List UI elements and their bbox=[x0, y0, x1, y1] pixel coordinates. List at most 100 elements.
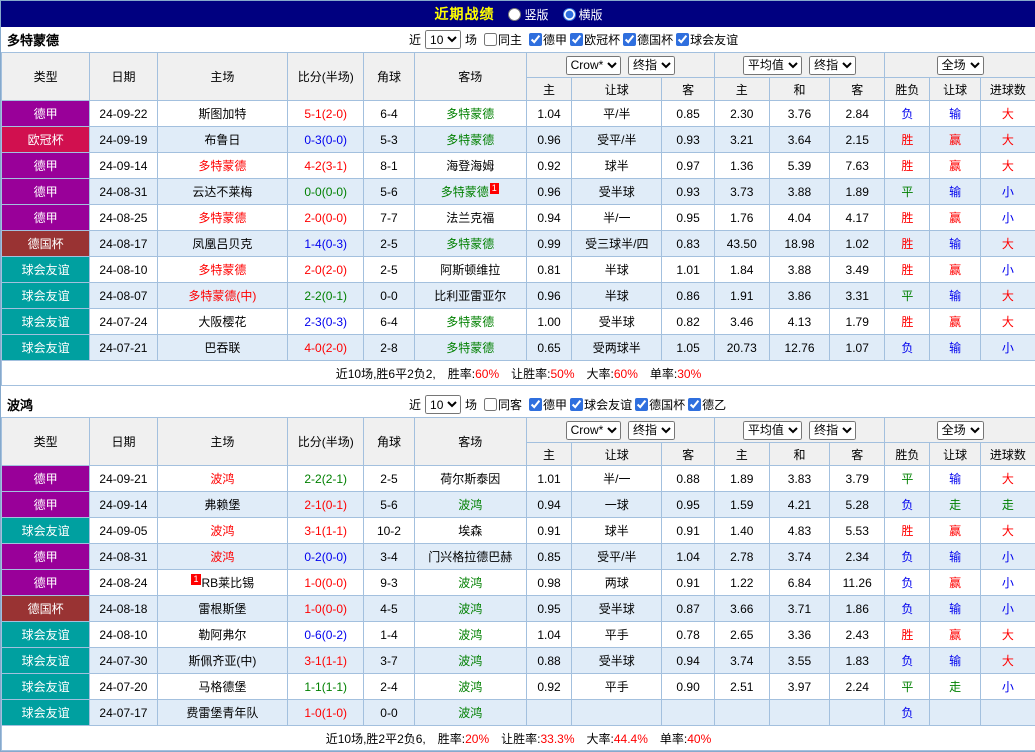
team-filter-bar: 波鸿 近 10 场 同客 德甲球会友谊德国杯德乙 bbox=[1, 392, 1035, 417]
euro-time-select[interactable]: 终指 bbox=[809, 421, 856, 440]
home-team-cell: 巴吞联 bbox=[157, 335, 288, 361]
league-type-cell: 德甲 bbox=[2, 179, 90, 205]
eu-home-odds-cell: 1.76 bbox=[714, 205, 769, 231]
league-filter-欧冠杯[interactable]: 欧冠杯 bbox=[570, 31, 620, 48]
scope-select[interactable]: 全场 bbox=[937, 421, 984, 440]
away-team-cell: 波鸿 bbox=[414, 700, 526, 726]
home-team-cell: 波鸿 bbox=[157, 544, 288, 570]
league-filter-label: 德乙 bbox=[702, 396, 726, 413]
league-filter-checkbox[interactable] bbox=[570, 33, 583, 46]
league-filter-德乙[interactable]: 德乙 bbox=[688, 396, 726, 413]
result-wdl-cell: 负 bbox=[885, 101, 930, 127]
matches-table: 类型 日期 主场 比分(半场) 角球 客场 Crow* 终指 平均值 终指 bbox=[1, 417, 1035, 751]
league-filter-checkbox[interactable] bbox=[676, 33, 689, 46]
result-wdl-cell: 胜 bbox=[885, 518, 930, 544]
ah-line-cell: 球半 bbox=[572, 153, 662, 179]
sub-header-result-handicap: 让球 bbox=[930, 443, 980, 466]
euro-source-select[interactable]: 平均值 bbox=[743, 56, 802, 75]
result-goals-cell: 小 bbox=[980, 257, 1035, 283]
match-date-cell: 24-07-20 bbox=[90, 674, 157, 700]
league-type-cell: 球会友谊 bbox=[2, 518, 90, 544]
horizontal-layout-radio[interactable] bbox=[563, 8, 576, 21]
ah-line-cell: 半/一 bbox=[572, 466, 662, 492]
league-filter-德国杯[interactable]: 德国杯 bbox=[635, 396, 685, 413]
result-goals-cell: 大 bbox=[980, 648, 1035, 674]
same-venue-checkbox[interactable] bbox=[484, 33, 497, 46]
layout-option-horizontal[interactable]: 横版 bbox=[563, 6, 603, 23]
matches-body: 德甲24-09-21波鸿2-2(2-1)2-5荷尔斯泰因1.01半/一0.881… bbox=[2, 466, 1035, 726]
eu-home-odds-cell: 3.46 bbox=[714, 309, 769, 335]
match-row: 德甲24-08-31云达不莱梅0-0(0-0)5-6多特蒙德10.96受半球0.… bbox=[2, 179, 1035, 205]
league-filter-德甲[interactable]: 德甲 bbox=[529, 31, 567, 48]
league-filter-label: 球会友谊 bbox=[584, 396, 632, 413]
euro-source-select[interactable]: 平均值 bbox=[743, 421, 802, 440]
eu-draw-odds-cell bbox=[769, 700, 829, 726]
home-team-cell: 勒阿弗尔 bbox=[157, 622, 288, 648]
bookmaker-select[interactable]: Crow* bbox=[566, 56, 621, 75]
vertical-layout-radio[interactable] bbox=[508, 8, 521, 21]
bookmaker-select[interactable]: Crow* bbox=[566, 421, 621, 440]
handicap-time-select[interactable]: 终指 bbox=[628, 56, 675, 75]
sub-header-result-handicap: 让球 bbox=[930, 78, 980, 101]
match-date-cell: 24-08-10 bbox=[90, 257, 157, 283]
result-goals-cell: 大 bbox=[980, 127, 1035, 153]
result-wdl-cell: 平 bbox=[885, 283, 930, 309]
league-filter-checkbox[interactable] bbox=[688, 398, 701, 411]
same-venue-filter[interactable]: 同客 bbox=[484, 396, 522, 413]
handicap-time-select[interactable]: 终指 bbox=[628, 421, 675, 440]
euro-odds-header: 平均值 终指 bbox=[714, 418, 885, 443]
league-filter-checkbox[interactable] bbox=[623, 33, 636, 46]
league-filter-球会友谊[interactable]: 球会友谊 bbox=[676, 31, 738, 48]
same-venue-checkbox[interactable] bbox=[484, 398, 497, 411]
league-filter-德甲[interactable]: 德甲 bbox=[529, 396, 567, 413]
result-handicap-cell bbox=[930, 700, 980, 726]
sub-header-ah-home: 主 bbox=[526, 78, 571, 101]
eu-draw-odds-cell: 3.88 bbox=[769, 257, 829, 283]
eu-home-odds-cell: 1.36 bbox=[714, 153, 769, 179]
match-count-select[interactable]: 10 bbox=[425, 30, 461, 49]
matches-table: 类型 日期 主场 比分(半场) 角球 客场 Crow* 终指 平均值 终指 bbox=[1, 52, 1035, 386]
eu-away-odds-cell: 11.26 bbox=[830, 570, 885, 596]
scope-select[interactable]: 全场 bbox=[937, 56, 984, 75]
eu-draw-odds-cell: 3.74 bbox=[769, 544, 829, 570]
match-date-cell: 24-08-10 bbox=[90, 622, 157, 648]
league-filter-checkbox[interactable] bbox=[635, 398, 648, 411]
result-goals-cell: 小 bbox=[980, 205, 1035, 231]
result-goals-cell: 小 bbox=[980, 674, 1035, 700]
result-handicap-cell: 输 bbox=[930, 283, 980, 309]
league-filter-checkbox[interactable] bbox=[529, 33, 542, 46]
euro-time-select[interactable]: 终指 bbox=[809, 56, 856, 75]
home-team-cell: 斯图加特 bbox=[157, 101, 288, 127]
ah-home-odds-cell: 0.91 bbox=[526, 518, 571, 544]
result-wdl-cell: 负 bbox=[885, 596, 930, 622]
match-row: 欧冠杯24-09-19布鲁日0-3(0-0)5-3多特蒙德0.96受平/半0.9… bbox=[2, 127, 1035, 153]
league-filter-checkbox[interactable] bbox=[570, 398, 583, 411]
league-filter-label: 德甲 bbox=[543, 396, 567, 413]
league-filter-checkbox[interactable] bbox=[529, 398, 542, 411]
score-cell: 5-1(2-0) bbox=[288, 101, 364, 127]
eu-draw-odds-cell: 4.83 bbox=[769, 518, 829, 544]
eu-home-odds-cell: 20.73 bbox=[714, 335, 769, 361]
home-team-cell: 布鲁日 bbox=[157, 127, 288, 153]
league-filter-球会友谊[interactable]: 球会友谊 bbox=[570, 396, 632, 413]
ah-line-cell: 受平/半 bbox=[572, 544, 662, 570]
result-goals-cell bbox=[980, 700, 1035, 726]
layout-option-vertical[interactable]: 竖版 bbox=[508, 6, 548, 23]
ah-away-odds-cell bbox=[662, 700, 714, 726]
league-filter-德国杯[interactable]: 德国杯 bbox=[623, 31, 673, 48]
eu-home-odds-cell: 3.74 bbox=[714, 648, 769, 674]
result-wdl-cell: 负 bbox=[885, 335, 930, 361]
result-wdl-cell: 平 bbox=[885, 179, 930, 205]
match-date-cell: 24-08-07 bbox=[90, 283, 157, 309]
match-date-cell: 24-08-31 bbox=[90, 179, 157, 205]
score-cell: 1-0(1-0) bbox=[288, 700, 364, 726]
red-card-badge: 1 bbox=[191, 574, 200, 585]
ah-home-odds-cell: 0.65 bbox=[526, 335, 571, 361]
ah-away-odds-cell: 0.94 bbox=[662, 648, 714, 674]
match-count-select[interactable]: 10 bbox=[425, 395, 461, 414]
eu-away-odds-cell: 2.15 bbox=[830, 127, 885, 153]
match-row: 德甲24-09-22斯图加特5-1(2-0)6-4多特蒙德1.04平/半0.85… bbox=[2, 101, 1035, 127]
eu-away-odds-cell: 5.53 bbox=[830, 518, 885, 544]
same-venue-filter[interactable]: 同主 bbox=[484, 31, 522, 48]
result-goals-cell: 大 bbox=[980, 153, 1035, 179]
